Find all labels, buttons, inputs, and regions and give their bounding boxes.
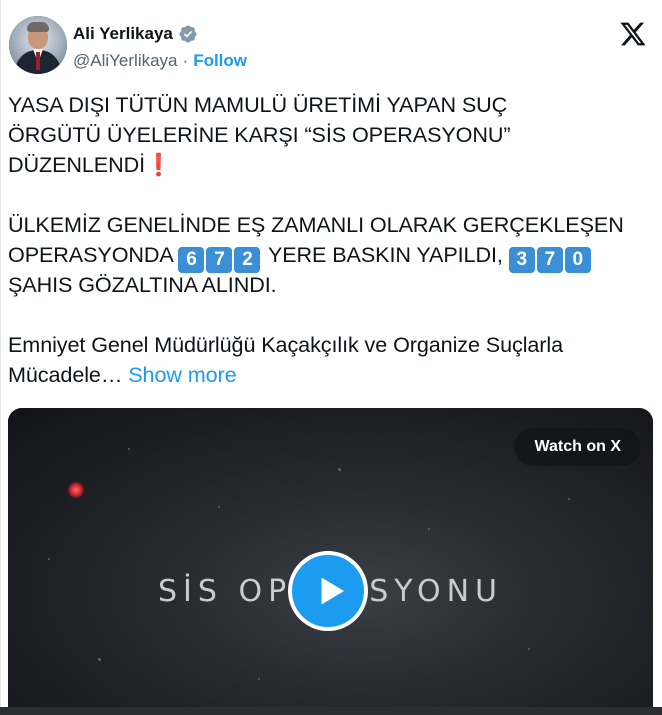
separator-dot: · (182, 51, 189, 70)
x-logo-icon[interactable] (619, 20, 647, 48)
author-name[interactable]: Ali Yerlikaya (73, 24, 173, 44)
tweet-line-text: Mücadele… (8, 362, 123, 387)
play-button[interactable] (288, 551, 368, 631)
follow-button[interactable]: Follow (193, 51, 247, 71)
tweet-line: Mücadele… Show more (8, 360, 648, 390)
detain-count-digit: 0 (564, 247, 591, 273)
author-handle[interactable]: @AliYerlikaya (73, 51, 178, 71)
tweet-card: Ali Yerlikaya @AliYerlikaya · Follow YAS… (0, 0, 662, 715)
show-more-link[interactable]: Show more (128, 362, 236, 387)
watch-on-x-button[interactable]: Watch on X (514, 428, 641, 466)
verified-badge-icon (178, 24, 198, 44)
tweet-line-text: DÜZENLENDİ (8, 152, 145, 177)
detain-count-digit: 3 (508, 247, 535, 273)
tweet-line: OPERASYONDA 672 YERE BASKIN YAPILDI, 370 (8, 240, 648, 273)
handle-row: @AliYerlikaya · Follow (73, 51, 247, 71)
tweet-line: ŞAHIS GÖZALTINA ALINDI. (8, 272, 277, 297)
tweet-text: YASA DIŞI TÜTÜN MAMULÜ ÜRETİMİ YAPAN SUÇ… (8, 90, 648, 390)
exclamation-icon: ❗ (144, 152, 172, 177)
tweet-line: ÜLKEMİZ GENELİNDE EŞ ZAMANLI OLARAK GERÇ… (8, 212, 624, 237)
bottom-edge-bar (0, 707, 662, 715)
video-player[interactable]: SİS OPERASYONU Watch on X (8, 408, 653, 715)
tweet-line-text: YERE BASKIN YAPILDI, (267, 242, 503, 267)
tweet-line: Emniyet Genel Müdürlüğü Kaçakçılık ve Or… (8, 332, 563, 357)
avatar[interactable] (9, 16, 67, 74)
play-icon (321, 577, 344, 605)
tweet-line: YASA DIŞI TÜTÜN MAMULÜ ÜRETİMİ YAPAN SUÇ (8, 92, 508, 117)
tweet-line: ÖRGÜTÜ ÜYELERİNE KARŞI “SİS OPERASYONU” (8, 122, 511, 147)
author-name-row: Ali Yerlikaya (73, 24, 198, 44)
tweet-header: Ali Yerlikaya @AliYerlikaya · Follow (9, 14, 655, 78)
red-light-dot (68, 482, 84, 498)
tweet-line-text: OPERASYONDA (8, 242, 173, 267)
detain-count-digit: 7 (536, 247, 563, 273)
tweet-line: DÜZENLENDİ❗ (8, 150, 648, 180)
